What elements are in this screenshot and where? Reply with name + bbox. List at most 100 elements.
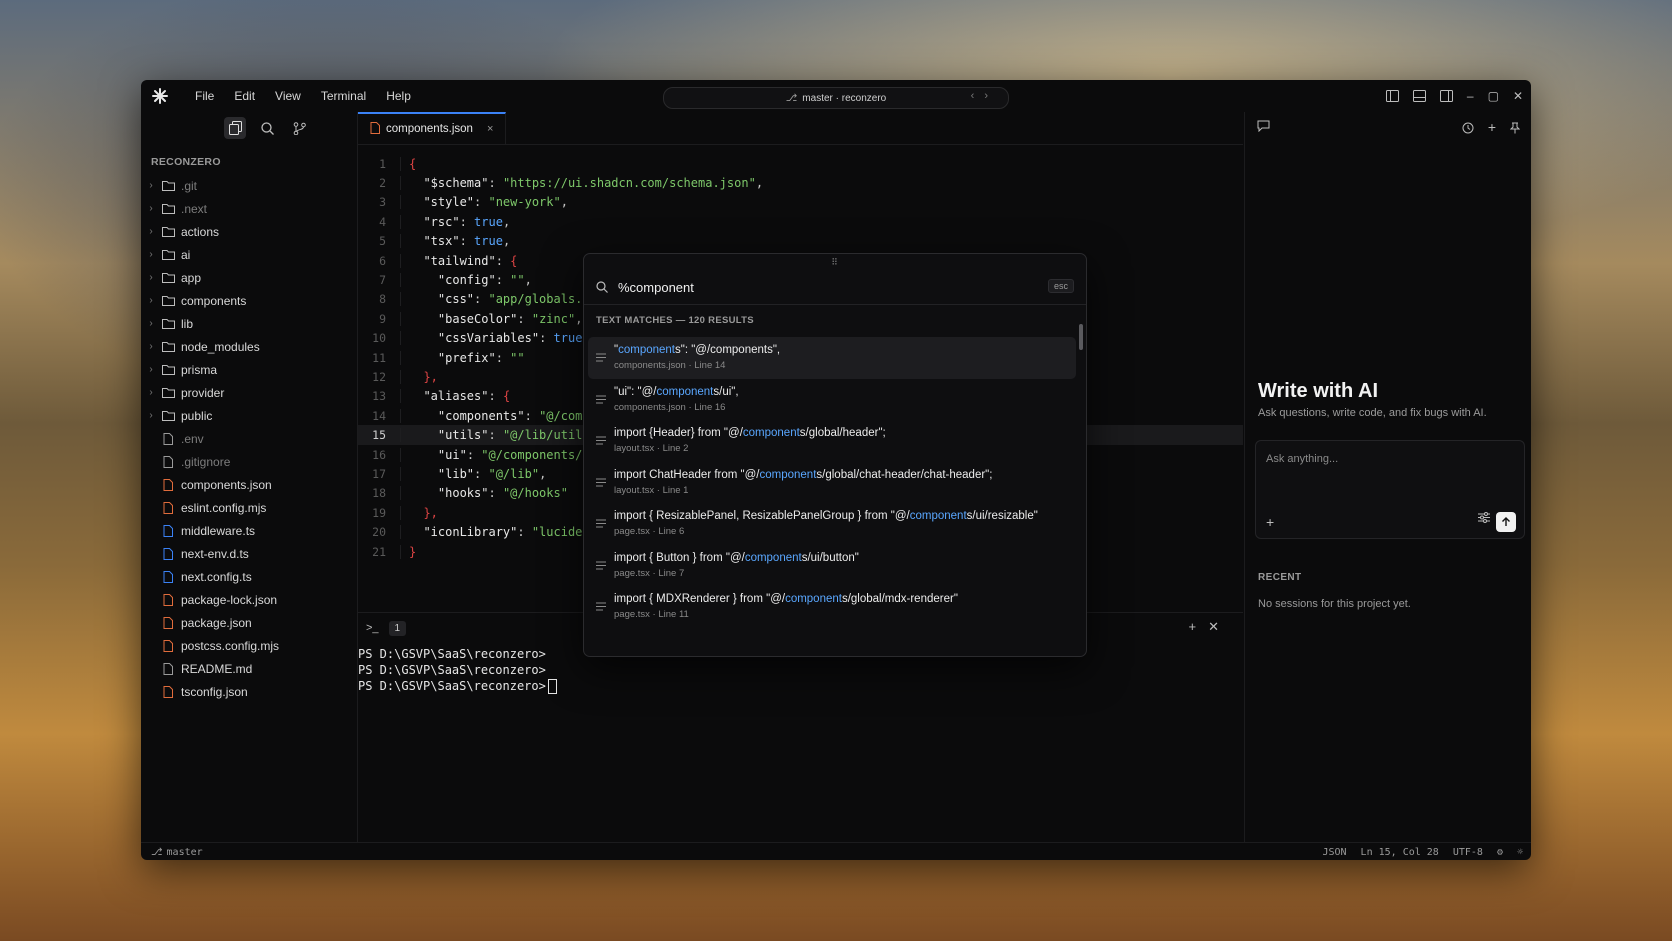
file-item[interactable]: .env xyxy=(141,427,357,450)
line-number: 14 xyxy=(358,408,401,423)
file-item[interactable]: package-lock.json xyxy=(141,588,357,611)
file-item[interactable]: components.json xyxy=(141,473,357,496)
close-terminal-icon[interactable]: ✕ xyxy=(1208,619,1231,634)
terminal-line: PS D:\GSVP\SaaS\reconzero> xyxy=(358,679,546,693)
search-icon[interactable] xyxy=(256,117,278,139)
folder-item[interactable]: › lib xyxy=(141,312,357,335)
tab-components-json[interactable]: components.json × xyxy=(358,112,507,144)
search-result-item[interactable]: import { Button } from "@/components/ui/… xyxy=(588,545,1076,587)
send-button[interactable] xyxy=(1496,512,1516,532)
menu-terminal[interactable]: Terminal xyxy=(311,89,376,103)
file-item[interactable]: postcss.config.mjs xyxy=(141,634,357,657)
toggle-right-panel-icon[interactable] xyxy=(1439,90,1453,102)
folder-item[interactable]: › .git xyxy=(141,174,357,197)
search-result-item[interactable]: "components": "@/components", components.… xyxy=(588,337,1076,379)
file-item[interactable]: eslint.config.mjs xyxy=(141,496,357,519)
json-value: "lucide" xyxy=(531,525,590,540)
status-branch[interactable]: master xyxy=(167,847,203,858)
chat-icon[interactable] xyxy=(1257,119,1270,137)
result-highlight: component xyxy=(785,593,842,606)
json-value: "new-york" xyxy=(488,195,561,210)
source-control-icon[interactable] xyxy=(288,117,310,139)
line-number: 8 xyxy=(358,292,401,307)
result-location: layout.tsx · Line 2 xyxy=(614,443,689,455)
code-token: } xyxy=(409,544,417,559)
search-result-item[interactable]: import {Header} from "@/components/globa… xyxy=(588,420,1076,462)
esc-key-badge[interactable]: esc xyxy=(1047,279,1074,293)
arrow-up-icon xyxy=(1502,517,1510,526)
folder-item[interactable]: › public xyxy=(141,404,357,427)
search-result-item[interactable]: import ChatHeader from "@/components/glo… xyxy=(588,462,1076,504)
theme-sun-icon[interactable]: ☼ xyxy=(1517,847,1523,858)
json-key: "css" xyxy=(437,292,475,307)
folder-label: .next xyxy=(181,201,208,216)
folder-item[interactable]: › ai xyxy=(141,243,357,266)
folder-item[interactable]: › actions xyxy=(141,220,357,243)
file-item[interactable]: package.json xyxy=(141,611,357,634)
toggle-left-panel-icon[interactable] xyxy=(1385,90,1399,102)
minimize-icon[interactable]: – xyxy=(1467,89,1474,103)
terminal-tab[interactable]: 1 xyxy=(388,620,407,636)
file-item[interactable]: tsconfig.json xyxy=(141,680,357,703)
results-scrollbar[interactable] xyxy=(1079,314,1083,648)
line-number: 5 xyxy=(358,234,401,249)
file-label: postcss.config.mjs xyxy=(181,638,280,653)
text-lines-icon xyxy=(588,519,614,528)
settings-sliders-icon[interactable] xyxy=(1478,510,1490,528)
result-text: import { Button } from "@/ xyxy=(614,551,745,564)
file-item[interactable]: README.md xyxy=(141,657,357,680)
scrollbar-thumb[interactable] xyxy=(1079,324,1083,350)
file-item[interactable]: next.config.ts xyxy=(141,565,357,588)
history-icon[interactable] xyxy=(1462,121,1474,139)
menu-help[interactable]: Help xyxy=(376,89,421,103)
explorer-files-icon[interactable] xyxy=(224,117,246,139)
close-icon[interactable]: ✕ xyxy=(1513,89,1523,103)
tab-label: components.json xyxy=(386,123,473,135)
text-lines-icon xyxy=(588,395,614,404)
search-result-item[interactable]: import { MDXRenderer } from "@/component… xyxy=(588,586,1076,628)
status-language[interactable]: JSON xyxy=(1322,847,1346,858)
status-encoding[interactable]: UTF-8 xyxy=(1453,847,1483,858)
folder-item[interactable]: › provider xyxy=(141,381,357,404)
file-item[interactable]: next-env.d.ts xyxy=(141,542,357,565)
line-number: 17 xyxy=(358,466,401,481)
attach-icon[interactable]: + xyxy=(1266,514,1274,530)
folder-item[interactable]: › prisma xyxy=(141,358,357,381)
new-terminal-icon[interactable]: + xyxy=(1189,619,1209,634)
tab-close-icon[interactable]: × xyxy=(487,123,493,135)
folder-item[interactable]: › components xyxy=(141,289,357,312)
nav-forward-icon[interactable]: › xyxy=(984,90,998,102)
result-text: import { ResizablePanel, ResizablePanelG… xyxy=(614,510,910,523)
branch-switcher[interactable]: ⎇ master · reconzero ‹› xyxy=(663,87,1009,109)
search-result-item[interactable]: import { ResizablePanel, ResizablePanelG… xyxy=(588,503,1076,545)
ask-input[interactable]: Ask anything... xyxy=(1266,453,1338,465)
settings-gear-icon[interactable]: ⚙ xyxy=(1497,847,1503,858)
menu-edit[interactable]: Edit xyxy=(224,89,265,103)
folder-item[interactable]: › .next xyxy=(141,197,357,220)
search-result-item[interactable]: "ui": "@/components/ui", components.json … xyxy=(588,379,1076,421)
folder-item[interactable]: › node_modules xyxy=(141,335,357,358)
maximize-icon[interactable]: ▢ xyxy=(1488,89,1499,103)
toggle-bottom-panel-icon[interactable] xyxy=(1412,90,1426,102)
status-cursor-position[interactable]: Ln 15, Col 28 xyxy=(1361,847,1439,858)
palette-search-input[interactable] xyxy=(616,278,1000,296)
file-item[interactable]: middleware.ts xyxy=(141,519,357,542)
menu-view[interactable]: View xyxy=(265,89,311,103)
ask-input-box[interactable]: Ask anything... + xyxy=(1255,440,1525,539)
file-icon xyxy=(159,478,177,491)
file-item[interactable]: .gitignore xyxy=(141,450,357,473)
terminal-line: PS D:\GSVP\SaaS\reconzero> xyxy=(358,663,546,677)
folder-item[interactable]: › app xyxy=(141,266,357,289)
folder-label: app xyxy=(181,270,202,285)
git-branch-icon: ⎇ xyxy=(151,846,163,858)
drag-handle-icon[interactable]: ⠿ xyxy=(584,254,1086,270)
results-list: "components": "@/components", components.… xyxy=(588,337,1076,628)
nav-back-icon[interactable]: ‹ xyxy=(971,90,985,102)
new-chat-icon[interactable]: + xyxy=(1488,120,1496,139)
result-location: page.tsx · Line 11 xyxy=(614,609,689,621)
menu-file[interactable]: File xyxy=(185,89,224,103)
pin-icon[interactable] xyxy=(1509,121,1521,139)
json-key: "config" xyxy=(437,273,496,288)
chevron-right-icon: › xyxy=(149,295,153,306)
json-key: "$schema" xyxy=(423,176,489,191)
